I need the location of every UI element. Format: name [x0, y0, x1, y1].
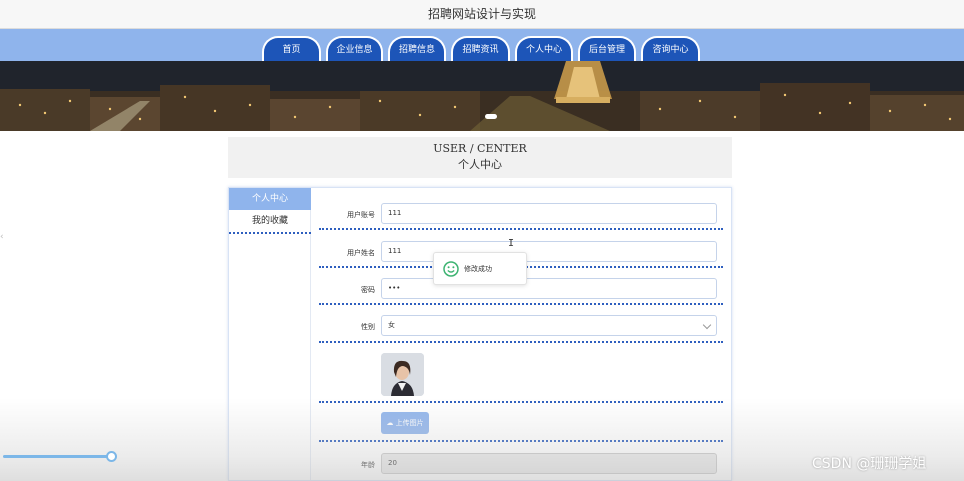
divider: [319, 228, 723, 230]
upload-image-button[interactable]: ☁ 上传图片: [381, 412, 429, 434]
username-field[interactable]: 111: [381, 203, 717, 224]
toast-message: 修改成功: [464, 265, 492, 273]
success-toast: 修改成功: [433, 252, 527, 285]
video-progress-handle[interactable]: [106, 451, 117, 462]
name-field[interactable]: 111: [381, 241, 717, 262]
watermark: CSDN @珊珊学姐: [812, 456, 927, 472]
chevron-down-icon: [702, 320, 712, 330]
divider: [319, 401, 723, 403]
nav-tabs: 首页 企业信息 招聘信息 招聘资讯 个人中心 后台管理 咨询中心: [262, 36, 700, 61]
gender-select[interactable]: 女: [381, 315, 717, 336]
nav-tab-company-info[interactable]: 企业信息: [326, 36, 383, 61]
gender-value: 女: [388, 321, 395, 329]
nav-tab-home[interactable]: 首页: [262, 36, 321, 61]
nav-tab-admin[interactable]: 后台管理: [578, 36, 636, 61]
sidebar-item-personal-center[interactable]: 个人中心: [229, 188, 311, 210]
cloud-upload-icon: ☁: [386, 419, 394, 427]
age-field[interactable]: 20: [381, 453, 717, 474]
name-label: 用户姓名: [347, 249, 375, 257]
gender-label: 性别: [361, 323, 375, 331]
carousel-indicator[interactable]: [485, 114, 497, 119]
city-night-illustration: [0, 61, 964, 131]
nav-tab-job-news[interactable]: 招聘资讯: [451, 36, 510, 61]
nav-tab-personal-center[interactable]: 个人中心: [515, 36, 573, 61]
avatar-photo: [381, 353, 424, 396]
section-title-cn: 个人中心: [458, 158, 502, 171]
chevron-left-icon: ‹: [0, 232, 4, 242]
nav-tab-job-info[interactable]: 招聘信息: [388, 36, 446, 61]
video-progress-bar[interactable]: [3, 455, 111, 458]
sidebar-item-favorites[interactable]: 我的收藏: [229, 210, 311, 234]
nav-tab-consulting[interactable]: 咨询中心: [641, 36, 700, 61]
divider: [319, 440, 723, 442]
nav-bar: 首页 企业信息 招聘信息 招聘资讯 个人中心 后台管理 咨询中心: [0, 29, 964, 61]
banner-image: [0, 61, 964, 131]
divider: [319, 341, 723, 343]
user-center-panel: 个人中心 我的收藏 用户账号 111 用户姓名 111 密码 ••• 性别 女 …: [228, 187, 732, 481]
section-title-en: USER / CENTER: [433, 142, 527, 155]
password-field[interactable]: •••: [381, 278, 717, 299]
smile-icon: [443, 261, 459, 277]
age-label: 年龄: [361, 461, 375, 469]
divider: [319, 303, 723, 305]
upload-button-label: 上传图片: [395, 419, 424, 427]
text-cursor-icon: I: [508, 238, 515, 249]
username-label: 用户账号: [347, 211, 375, 219]
password-label: 密码: [361, 286, 375, 294]
avatar: [381, 353, 424, 396]
section-header: USER / CENTER 个人中心: [228, 137, 732, 178]
page: 招聘网站设计与实现 首页 企业信息 招聘信息 招聘资讯 个人中心 后台管理 咨询…: [0, 0, 964, 481]
sidebar: 个人中心 我的收藏: [229, 188, 311, 480]
site-title: 招聘网站设计与实现: [0, 0, 964, 29]
